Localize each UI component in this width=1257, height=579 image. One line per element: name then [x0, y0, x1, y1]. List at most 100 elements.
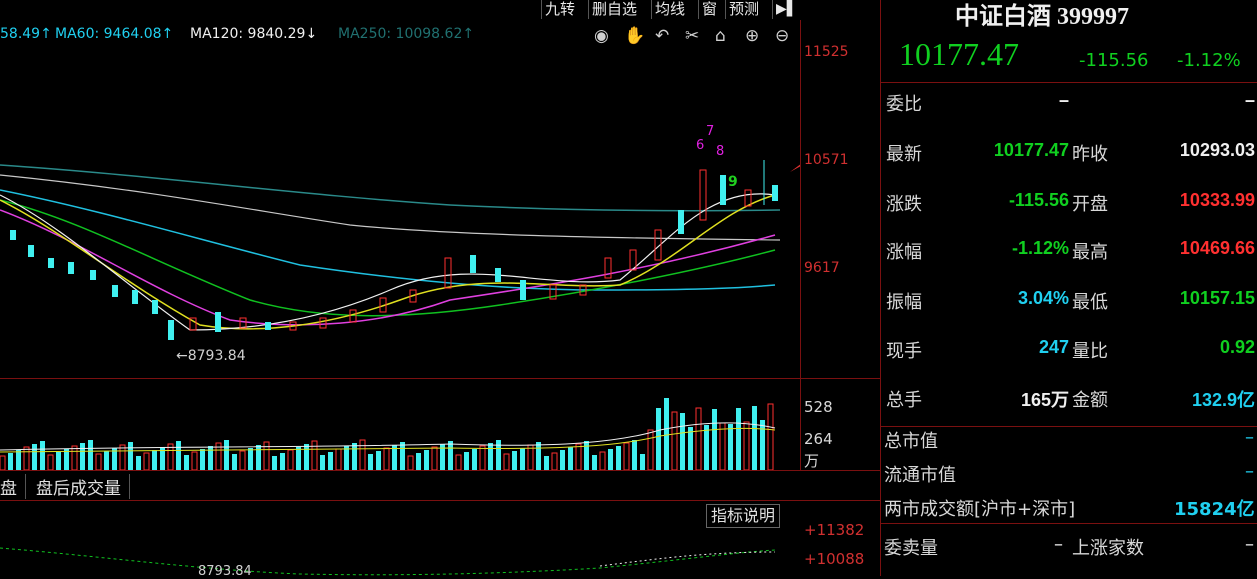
market-cap-label: 总市值	[884, 431, 938, 452]
volume-bar	[304, 444, 309, 470]
volume-bar	[152, 450, 157, 470]
current-price: 10177.47	[899, 36, 1019, 72]
indicator-help-button[interactable]: 指标说明	[706, 504, 781, 528]
price-chart[interactable]: ←8793.84 6 7 8 9	[0, 20, 800, 380]
quote-row: 现手 247 量比 0.92	[884, 337, 1257, 385]
volume-bar	[272, 456, 277, 470]
quote-value: 132.9亿	[1191, 390, 1255, 410]
volume-bar	[104, 451, 109, 470]
quote-value: -1.12%	[1011, 238, 1069, 258]
volume-bar	[280, 453, 285, 470]
price-change: -115.56	[1079, 50, 1149, 71]
volume-bar	[712, 409, 717, 470]
price-axis-mid: 10571	[804, 152, 849, 168]
quote-row: 委比 – –	[884, 90, 1257, 138]
volume-bar	[136, 456, 141, 470]
volume-bar	[536, 442, 541, 470]
quote-row: 最新 10177.47 昨收 10293.03	[884, 140, 1257, 188]
volume-bar	[664, 398, 669, 470]
rising-count-label: 上涨家数	[1072, 538, 1144, 559]
volume-bar	[248, 448, 253, 470]
volume-bar	[296, 447, 301, 470]
volume-bar	[23, 446, 30, 470]
volume-bar	[0, 455, 6, 470]
volume-bar	[728, 424, 733, 470]
volume-bar	[256, 445, 261, 470]
rising-count-value: –	[1245, 534, 1254, 555]
jiuzhuan-button[interactable]: 九转	[541, 0, 578, 19]
quote-value: 10469.66	[1179, 238, 1255, 258]
volume-bar	[208, 446, 213, 470]
volume-bar	[416, 453, 421, 470]
forecast-button[interactable]: 预测	[725, 0, 762, 19]
window-button[interactable]: 窗	[698, 0, 720, 19]
volume-bar	[719, 422, 726, 470]
bid-ask-volume-value: –	[1054, 534, 1063, 555]
volume-chart[interactable]	[0, 380, 800, 470]
right-arrow-icon[interactable]: ▶▌	[772, 0, 801, 19]
quote-label: 总手	[886, 390, 922, 411]
volume-bar	[287, 449, 294, 470]
volume-bar	[320, 455, 325, 470]
volume-bar	[311, 440, 318, 470]
volume-bar	[400, 442, 405, 470]
quote-value: 10177.47	[993, 140, 1069, 160]
quote-value: 10293.03	[1179, 140, 1255, 160]
quote-label: 振幅	[886, 292, 922, 313]
lower-indicator-chart[interactable]: 8793.84	[0, 530, 800, 579]
quote-row: 涨跌 -115.56 开盘 10333.99	[884, 190, 1257, 238]
volume-bar	[383, 447, 390, 470]
volume-bar	[344, 446, 349, 470]
volume-bar	[551, 452, 558, 470]
volume-bar	[592, 455, 597, 470]
quote-label: 量比	[1072, 341, 1108, 362]
bid-ask-volume-label: 委卖量	[884, 538, 938, 559]
moving-average-button[interactable]: 均线	[651, 0, 688, 19]
volume-bar	[464, 452, 469, 470]
volume-bar	[224, 440, 229, 470]
volume-bar	[584, 441, 589, 470]
quote-label: 昨收	[1072, 144, 1108, 165]
volume-axis-top: 528	[804, 398, 833, 416]
volume-bar	[424, 450, 429, 470]
volume-bar	[56, 452, 61, 470]
volume-bar	[8, 453, 13, 470]
quote-value: -115.56	[1008, 190, 1069, 210]
volume-bar	[16, 450, 21, 470]
volume-bar	[448, 441, 453, 470]
volume-bar	[184, 455, 189, 470]
volume-bar	[544, 456, 549, 470]
quote-value: 247	[1038, 337, 1069, 357]
volume-bar	[191, 451, 198, 470]
volume-bar	[88, 440, 93, 470]
quote-label: 最高	[1072, 242, 1108, 263]
volume-bar	[64, 449, 69, 470]
volume-bar	[479, 445, 486, 470]
volume-bar	[176, 441, 181, 470]
quote-label: 委比	[886, 94, 922, 115]
volume-bar	[767, 403, 774, 470]
volume-bar	[632, 440, 637, 470]
quote-label: 涨跌	[886, 194, 922, 215]
market-turnover-value: 15824亿	[1174, 499, 1255, 520]
volume-bar	[368, 454, 373, 470]
volume-bar	[560, 450, 565, 470]
volume-bar	[568, 447, 573, 470]
volume-bar	[352, 443, 357, 470]
quote-value: 10333.99	[1179, 190, 1255, 210]
remove-watchlist-button[interactable]: 删自选	[588, 0, 640, 19]
quote-value: 3.04%	[1017, 288, 1069, 308]
tab-after-hours-volume[interactable]: 盘后成交量	[36, 474, 130, 499]
volume-axis-unit: 万	[804, 452, 820, 470]
chart-toolbar: 九转 删自选 均线 窗 预测 ▶▌	[535, 0, 800, 20]
price-axis-low: 9617	[804, 260, 840, 276]
volume-bar	[616, 446, 621, 470]
quote-label: 开盘	[1072, 194, 1108, 215]
float-cap-value: –	[1245, 461, 1254, 482]
tab-pan[interactable]: 盘	[0, 474, 26, 499]
low-price-marker: ←8793.84	[176, 348, 246, 364]
quote-label: 金额	[1072, 390, 1108, 411]
volume-bar	[128, 442, 133, 470]
volume-bar	[736, 408, 741, 470]
volume-bar	[640, 454, 645, 470]
